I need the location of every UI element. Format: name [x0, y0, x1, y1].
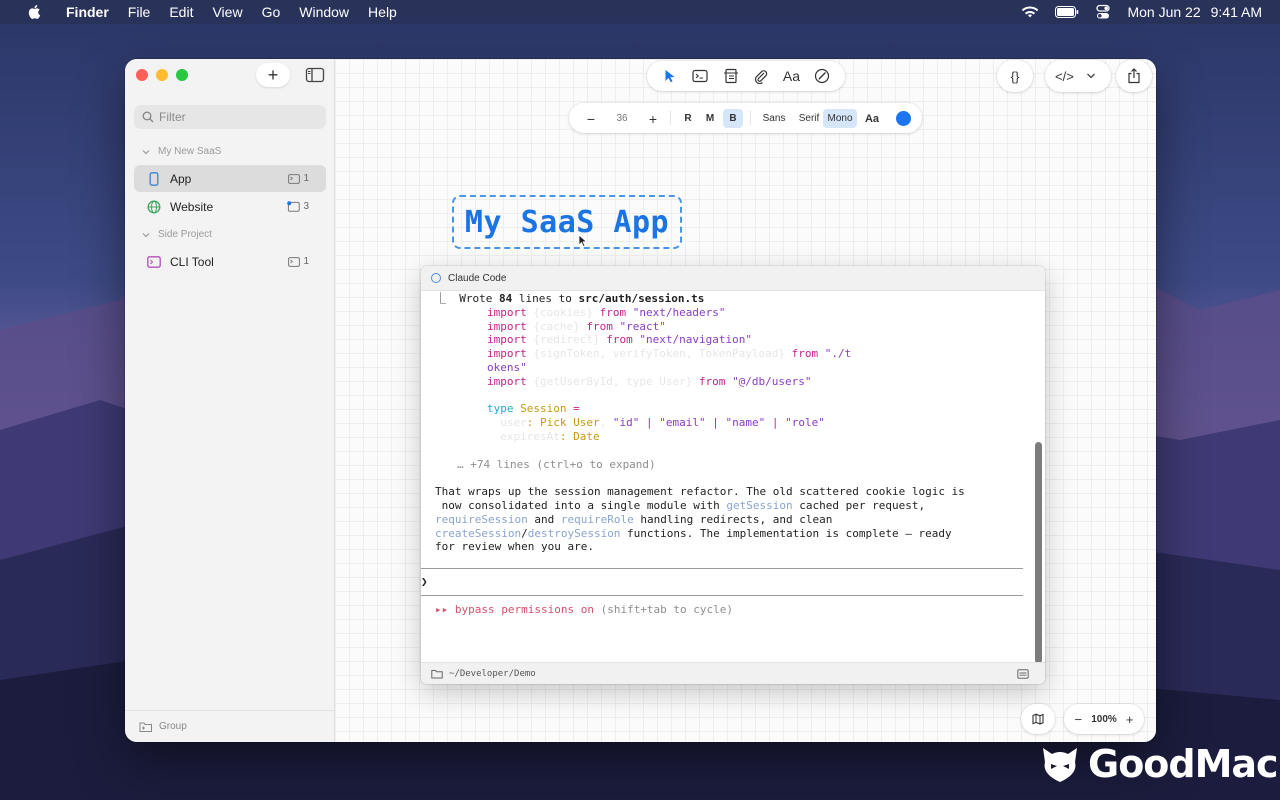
sidebar-item-label: CLI Tool [170, 254, 214, 269]
folder-plus-icon [139, 722, 152, 732]
canvas-title-text: My SaaS App [464, 204, 670, 240]
zoom-in-button[interactable]: + [1126, 712, 1134, 727]
goodmac-watermark: GoodMac [1040, 742, 1279, 786]
control-center-icon[interactable] [1095, 4, 1111, 20]
font-serif-button[interactable]: Serif [792, 109, 826, 128]
terminal-icon [288, 173, 301, 184]
menu-view[interactable]: View [212, 4, 242, 20]
chevron-down-icon [142, 149, 150, 154]
panel-menu-icon[interactable] [1017, 669, 1029, 679]
expand-lines-hint[interactable]: … +74 lines (ctrl+o to expand) [457, 458, 656, 472]
wifi-icon[interactable] [1021, 5, 1039, 19]
section-label: Side Project [158, 229, 212, 240]
font-sans-button[interactable]: Sans [758, 109, 790, 128]
zoom-controls: − 100% + [1064, 704, 1144, 734]
terminal-icon [288, 256, 301, 267]
add-group-button[interactable]: Group [125, 710, 335, 742]
mouse-cursor-icon [578, 234, 588, 248]
app-window: + Filter My New SaaS App 1 Website 3 Sid… [125, 59, 1156, 742]
window-controls [136, 69, 188, 81]
select-tool-icon[interactable] [660, 66, 680, 86]
text-format-bar: − 36 + R M B Sans Serif Mono Aa [569, 103, 922, 133]
text-case-button[interactable]: Aa [861, 109, 883, 128]
claude-code-terminal[interactable]: Claude Code ⎿ Wrote 84 lines to src/auth… [421, 266, 1045, 684]
font-mono-button[interactable]: Mono [823, 109, 857, 128]
terminal-count-badge: 3 [287, 201, 309, 212]
sidebar-item-website[interactable]: Website 3 [134, 193, 326, 220]
chevron-down-icon[interactable] [1086, 72, 1096, 80]
minimap-button[interactable] [1021, 704, 1055, 734]
menu-bar: Finder File Edit View Go Window Help Mon… [0, 0, 1280, 24]
chevron-down-icon [142, 232, 150, 237]
frame-tool-icon[interactable] [721, 66, 741, 86]
minimize-window-button[interactable] [156, 69, 168, 81]
font-size-value[interactable]: 36 [607, 109, 637, 128]
sidebar-toggle-icon[interactable] [305, 67, 325, 83]
prompt-input[interactable]: ❯ [421, 575, 428, 589]
share-button[interactable] [1116, 60, 1152, 92]
menu-edit[interactable]: Edit [169, 4, 193, 20]
menu-go[interactable]: Go [262, 4, 281, 20]
zoom-out-button[interactable]: − [1075, 712, 1083, 727]
menu-window[interactable]: Window [299, 4, 349, 20]
terminal-footer: ~/Developer/Demo [421, 662, 1045, 684]
weight-bold-button[interactable]: B [723, 109, 743, 128]
font-size-decrease-button[interactable]: − [579, 109, 603, 128]
terminal-title: Claude Code [448, 272, 507, 284]
json-button[interactable]: {} [997, 60, 1033, 92]
section-side-project[interactable]: Side Project [142, 229, 212, 240]
menu-help[interactable]: Help [368, 4, 397, 20]
zoom-level[interactable]: 100% [1091, 714, 1117, 725]
menu-app-name[interactable]: Finder [66, 4, 109, 20]
filter-placeholder: Filter [159, 110, 186, 124]
section-my-new-saas[interactable]: My New SaaS [142, 146, 221, 157]
terminal-active-icon [287, 201, 301, 212]
working-directory: ~/Developer/Demo [449, 668, 536, 679]
attachment-tool-icon[interactable] [751, 66, 771, 86]
terminal-count-badge: 1 [288, 256, 309, 267]
text-color-swatch[interactable] [896, 111, 911, 126]
menubar-date[interactable]: Mon Jun 22 [1127, 4, 1200, 20]
goodmac-logo-icon [1043, 748, 1077, 782]
battery-icon[interactable] [1055, 6, 1079, 18]
code-icon: </> [1055, 68, 1074, 84]
sidebar-item-cli-tool[interactable]: CLI Tool 1 [134, 248, 326, 275]
globe-icon [147, 200, 161, 214]
text-tool-icon[interactable]: Aa [781, 66, 801, 86]
terminal-scrollbar[interactable] [1035, 442, 1042, 664]
weight-regular-button[interactable]: R [678, 109, 698, 128]
terminal-count-badge: 1 [288, 173, 309, 184]
section-label: My New SaaS [158, 146, 222, 157]
code-view-button[interactable]: </> [1045, 60, 1111, 92]
font-size-increase-button[interactable]: + [641, 109, 665, 128]
apple-menu-icon[interactable] [26, 3, 44, 21]
map-icon [1032, 713, 1044, 725]
sidebar: + Filter My New SaaS App 1 Website 3 Sid… [125, 59, 335, 742]
terminal-icon [147, 255, 161, 269]
terminal-output[interactable]: ⎿ Wrote 84 lines to src/auth/session.ts … [421, 292, 1033, 662]
add-button[interactable]: + [256, 63, 290, 87]
status-ring-icon [431, 273, 441, 283]
search-icon [142, 111, 154, 123]
menu-file[interactable]: File [128, 4, 151, 20]
sidebar-item-label: Website [170, 199, 214, 214]
phone-icon [147, 171, 161, 186]
sidebar-item-app[interactable]: App 1 [134, 165, 326, 192]
permission-mode-status[interactable]: ▸▸ bypass permissions on (shift+tab to c… [435, 603, 733, 617]
draw-tool-icon[interactable] [812, 66, 832, 86]
weight-medium-button[interactable]: M [700, 109, 720, 128]
tree-corner-icon: ⎿ [435, 292, 446, 305]
menubar-time[interactable]: 9:41 AM [1211, 4, 1262, 20]
tool-palette: Aa [647, 61, 845, 91]
canvas-text-element[interactable]: My SaaS App [452, 195, 682, 249]
terminal-tool-icon[interactable] [690, 66, 710, 86]
terminal-header: Claude Code [421, 266, 1045, 291]
zoom-window-button[interactable] [176, 69, 188, 81]
sidebar-item-label: App [170, 171, 192, 186]
share-icon [1128, 68, 1140, 84]
close-window-button[interactable] [136, 69, 148, 81]
folder-icon [431, 669, 443, 678]
filter-input[interactable]: Filter [134, 105, 326, 129]
